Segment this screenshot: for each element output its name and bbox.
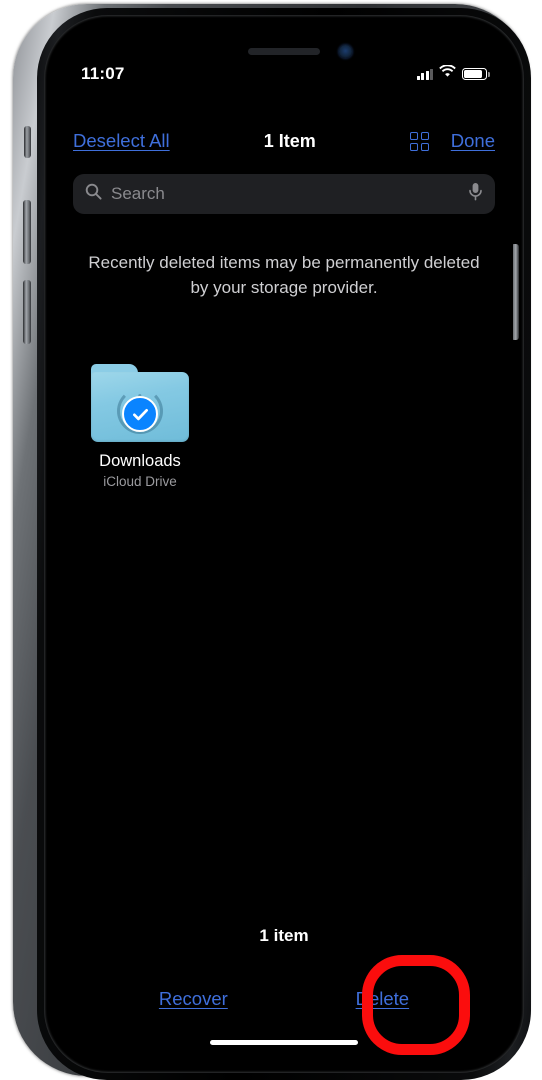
navigation-bar: Deselect All 1 Item Done	[55, 120, 513, 162]
front-camera-icon	[339, 45, 352, 58]
item-count-label: 1 item	[259, 926, 309, 945]
folder-download-icon	[91, 364, 189, 442]
status-bar-time: 11:07	[81, 64, 125, 83]
delete-button[interactable]: Delete	[356, 988, 409, 1010]
status-bar: 11:07	[55, 60, 513, 88]
done-button[interactable]: Done	[451, 130, 495, 152]
search-placeholder: Search	[111, 184, 165, 203]
search-input[interactable]: Search	[73, 174, 495, 214]
grid-view-icon[interactable]	[409, 131, 429, 151]
battery-icon	[462, 68, 490, 80]
home-indicator[interactable]	[210, 1039, 358, 1045]
checkmark-badge-icon	[122, 396, 158, 432]
file-name: Downloads	[99, 452, 181, 470]
phone-frame: 11:07 Deselect All 1 Item Done Search Re…	[13, 4, 531, 1080]
page-title: 1 Item	[263, 130, 316, 151]
search-icon	[85, 183, 102, 205]
mute-switch[interactable]	[24, 126, 31, 158]
volume-up-button[interactable]	[23, 200, 31, 264]
recover-button[interactable]: Recover	[159, 988, 228, 1010]
status-bar-icons	[416, 64, 490, 83]
cellular-signal-icon	[416, 68, 433, 80]
earpiece-speaker	[248, 48, 320, 55]
volume-down-button[interactable]	[23, 280, 31, 344]
microphone-icon[interactable]	[468, 182, 483, 206]
file-item-downloads[interactable]: Downloads iCloud Drive	[81, 364, 199, 489]
phone-screen: 11:07 Deselect All 1 Item Done Search Re…	[55, 26, 513, 1062]
file-source: iCloud Drive	[103, 473, 177, 489]
wifi-icon	[439, 64, 456, 83]
file-grid: Downloads iCloud Drive	[81, 364, 491, 489]
deleted-items-notice: Recently deleted items may be permanentl…	[88, 253, 480, 297]
deselect-all-button[interactable]: Deselect All	[73, 130, 170, 152]
bottom-toolbar: Recover Delete	[55, 988, 513, 1010]
